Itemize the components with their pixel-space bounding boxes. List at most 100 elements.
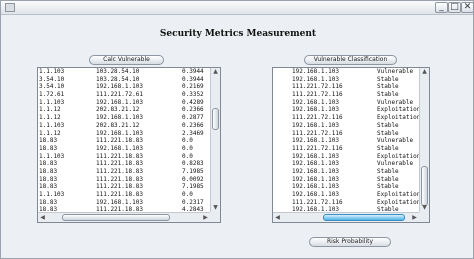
table-row[interactable]: 18.83 111.221.18.83 7.1985 <box>38 183 210 191</box>
destination-ip-cell: 111.221.18.83 <box>96 137 143 145</box>
scroll-left-icon[interactable]: ◀ <box>273 214 282 222</box>
right-horizontal-scrollbar[interactable]: ◀ ▶ <box>273 212 419 222</box>
scroll-up-icon[interactable]: ▲ <box>420 68 429 76</box>
ip-address-cell: 192.168.1.103 <box>292 121 339 129</box>
table-row[interactable]: 192.168.1.103 Vulnerable <box>273 160 419 168</box>
table-row[interactable]: 1.1.12 202.83.21.12 0.2366 <box>38 106 210 114</box>
close-button[interactable]: ✕ <box>461 2 474 13</box>
ip-address-cell: 192.168.1.103 <box>292 191 339 198</box>
source-ip-cell: 1.1.103 <box>39 98 65 106</box>
table-row[interactable]: 1.1.12 192.168.1.103 2.3469 <box>38 130 210 138</box>
right-horizontal-scroll-thumb[interactable] <box>323 214 405 221</box>
table-row[interactable]: 111.221.72.116 Stable <box>273 91 419 99</box>
table-row[interactable]: 111.221.72.116 Stable <box>273 145 419 153</box>
table-row[interactable]: 18.83 192.168.1.103 0.0 <box>38 145 210 153</box>
vulnerable-classification-button[interactable]: Vulnerable Classification <box>304 55 397 65</box>
table-row[interactable]: 1.1.12 192.168.1.103 0.2877 <box>38 114 210 122</box>
scroll-up-icon[interactable]: ▲ <box>211 68 220 76</box>
source-ip-cell: 18.83 <box>39 175 58 183</box>
table-row[interactable]: 1.72.61 111.221.72.61 0.3352 <box>38 91 210 99</box>
classification-cell: Stable <box>377 144 399 152</box>
page-title: Security Metrics Measurement <box>159 29 317 39</box>
source-ip-cell: 1.1.103 <box>39 68 65 75</box>
minimize-button[interactable]: _ <box>435 2 448 13</box>
table-row[interactable]: 192.168.1.103 Vulnerable <box>273 137 419 145</box>
table-row[interactable]: 1.1.103 192.168.1.103 0.4289 <box>38 99 210 107</box>
maximize-button[interactable]: □ <box>448 2 461 13</box>
scroll-right-icon[interactable]: ▶ <box>201 214 210 222</box>
table-row[interactable]: 192.168.1.103 Stable <box>273 183 419 191</box>
score-cell: 0.4289 <box>182 98 204 106</box>
source-ip-cell: 1.1.12 <box>39 106 61 114</box>
table-row[interactable]: 192.168.1.103 Stable <box>273 168 419 176</box>
scroll-right-icon[interactable]: ▶ <box>410 214 419 222</box>
table-row[interactable]: 111.221.72.116 Stable <box>273 130 419 138</box>
source-ip-cell: 18.83 <box>39 137 58 145</box>
scroll-left-icon[interactable]: ◀ <box>38 214 47 222</box>
vulnerability-list-panel[interactable]: 1.1.103 103.28.54.10 0.3944 3.54.10 103.28.5… <box>37 67 221 223</box>
ip-address-cell: 111.221.72.116 <box>292 114 343 122</box>
table-row[interactable]: 18.83 111.221.18.83 0.8283 <box>38 160 210 168</box>
destination-ip-cell: 111.221.72.61 <box>96 91 143 99</box>
source-ip-cell: 3.54.10 <box>39 83 65 91</box>
table-row[interactable]: 192.168.1.103 Stable <box>273 76 419 84</box>
table-row[interactable]: 192.168.1.103 Exploitation <box>273 152 421 161</box>
table-row[interactable]: 1.1.103 111.221.18.83 0.0 <box>38 153 210 161</box>
left-vertical-scrollbar[interactable]: ▲ ▼ <box>210 68 220 212</box>
classification-cell: Exploitation <box>377 114 421 122</box>
destination-ip-cell: 111.221.18.83 <box>96 152 143 160</box>
table-row[interactable]: 1.1.103 202.83.21.12 0.2366 <box>38 122 210 130</box>
table-row[interactable]: 111.221.72.116 Exploitation <box>273 114 421 122</box>
ip-address-cell: 192.168.1.103 <box>292 68 339 75</box>
vulnerability-list: 1.1.103 103.28.54.10 0.3944 3.54.10 103.28.5… <box>38 68 210 214</box>
left-horizontal-scrollbar[interactable]: ◀ ▶ <box>38 212 210 222</box>
classification-cell: Exploitation <box>377 152 421 160</box>
right-vertical-scroll-thumb[interactable] <box>421 166 428 206</box>
score-cell: 0.0 <box>182 191 193 198</box>
right-vertical-scrollbar[interactable]: ▲ ▼ <box>419 68 429 212</box>
table-row[interactable]: 192.168.1.103 Vulnerable <box>273 68 419 76</box>
destination-ip-cell: 202.83.21.12 <box>96 106 140 114</box>
scroll-down-icon[interactable]: ▼ <box>420 204 429 212</box>
calc-vulnerable-button[interactable]: Calc Vulnerable <box>89 55 164 65</box>
score-cell: 0.2317 <box>182 198 204 206</box>
classification-list: 192.168.1.103 Vulnerable 192.168.1.103 Stab… <box>273 68 421 214</box>
classification-list-panel[interactable]: 192.168.1.103 Vulnerable 192.168.1.103 Stab… <box>272 67 430 223</box>
left-vertical-scroll-thumb[interactable] <box>212 108 219 130</box>
table-row[interactable]: 1.1.103 103.28.54.10 0.3944 <box>38 68 210 76</box>
ip-address-cell: 111.221.72.116 <box>292 83 343 91</box>
destination-ip-cell: 192.168.1.103 <box>96 114 143 122</box>
source-ip-cell: 3.54.10 <box>39 75 65 83</box>
table-row[interactable]: 18.83 111.221.18.83 0.0092 <box>38 176 210 184</box>
table-row[interactable]: 18.83 111.221.18.83 7.1985 <box>38 168 210 176</box>
risk-probability-button[interactable]: Risk Probability <box>309 237 391 247</box>
table-row[interactable]: 3.54.10 192.168.1.103 0.2169 <box>38 83 210 91</box>
title-bar[interactable]: _ □ ✕ <box>1 1 474 15</box>
source-ip-cell: 18.83 <box>39 160 58 168</box>
source-ip-cell: 18.83 <box>39 198 58 206</box>
table-row[interactable]: 18.83 192.168.1.103 0.2317 <box>38 199 210 207</box>
scroll-down-icon[interactable]: ▼ <box>211 204 220 212</box>
table-row[interactable]: 192.168.1.103 Exploitation <box>273 191 420 199</box>
destination-ip-cell: 192.168.1.103 <box>96 83 143 91</box>
ip-address-cell: 111.221.72.116 <box>292 198 343 206</box>
score-cell: 0.0 <box>182 144 193 152</box>
scroll-corner <box>210 212 220 222</box>
table-row[interactable]: 1.1.103 111.221.18.83 0.0 <box>38 191 210 199</box>
classification-cell: Stable <box>377 167 399 175</box>
window-app-icon <box>5 3 15 12</box>
table-row[interactable]: 111.221.72.116 Stable <box>273 83 419 91</box>
table-row[interactable]: 111.221.72.116 Exploitation <box>273 198 420 207</box>
table-row[interactable]: 18.83 111.221.18.83 0.0 <box>38 137 210 145</box>
ip-address-cell: 192.168.1.103 <box>292 175 339 183</box>
destination-ip-cell: 111.221.18.83 <box>96 160 143 168</box>
table-row[interactable]: 3.54.10 103.28.54.10 0.3944 <box>38 76 210 84</box>
table-row[interactable]: 192.168.1.103 Vulnerable <box>273 99 419 107</box>
classification-cell: Vulnerable <box>377 137 414 145</box>
table-row[interactable]: 192.168.1.103 Exploitation <box>273 106 420 114</box>
table-row[interactable]: 192.168.1.103 Stable <box>273 176 419 184</box>
classification-cell: Vulnerable <box>377 98 414 106</box>
table-row[interactable]: 192.168.1.103 Stable <box>273 122 419 130</box>
left-horizontal-scroll-thumb[interactable] <box>62 214 170 221</box>
score-cell: 0.0 <box>182 137 193 145</box>
